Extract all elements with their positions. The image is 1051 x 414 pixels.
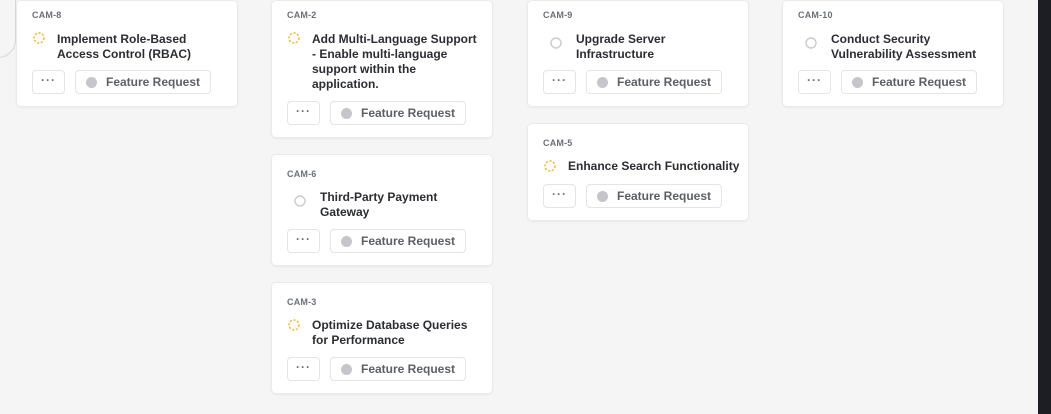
label-chip-text: Feature Request [361, 362, 456, 376]
issue-title: Optimize Database Queries for Performanc… [312, 318, 468, 347]
in-progress-status-icon[interactable] [288, 319, 300, 331]
more-options-button[interactable]: ··· [32, 70, 65, 94]
issue-card-cam-9[interactable]: CAM-9 Upgrade Server Infrastructure ··· … [527, 0, 749, 107]
label-color-dot-icon [597, 76, 608, 88]
more-options-button[interactable]: ··· [543, 70, 576, 94]
issue-card-cam-6[interactable]: CAM-6 Third-Party Payment Gateway ··· Fe… [271, 154, 493, 266]
label-color-dot-icon [852, 76, 863, 88]
issue-id: CAM-6 [287, 169, 317, 179]
todo-status-icon[interactable] [294, 195, 306, 207]
label-color-dot-icon [86, 76, 97, 88]
issue-id: CAM-3 [287, 297, 317, 307]
issue-card-cam-2[interactable]: CAM-2 Add Multi-Language Support - Enabl… [271, 0, 493, 138]
issue-card-cam-10[interactable]: CAM-10 Conduct Security Vulnerability As… [782, 0, 1004, 107]
label-chip-text: Feature Request [617, 75, 712, 89]
in-progress-status-icon[interactable] [33, 32, 45, 44]
kanban-board: CAM-8 Implement Role-Based Access Contro… [0, 0, 1038, 414]
right-edge-panel [1038, 0, 1051, 414]
label-chip-text: Feature Request [872, 75, 967, 89]
issue-title: Third-Party Payment Gateway [320, 190, 438, 219]
issue-id: CAM-2 [287, 10, 317, 20]
label-color-dot-icon [597, 190, 608, 202]
in-progress-status-icon[interactable] [288, 32, 300, 44]
label-chip-text: Feature Request [361, 106, 456, 120]
label-chip-text: Feature Request [617, 189, 712, 203]
issue-card-cam-5[interactable]: CAM-5 Enhance Search Functionality ··· F… [527, 123, 749, 221]
issue-title: Add Multi-Language Support - Enable mult… [312, 32, 477, 91]
label-chip-text: Feature Request [361, 234, 456, 248]
issue-card-cam-8[interactable]: CAM-8 Implement Role-Based Access Contro… [16, 0, 238, 107]
label-chip-feature-request[interactable]: Feature Request [586, 184, 723, 208]
issue-id: CAM-8 [32, 10, 62, 20]
issue-id: CAM-5 [543, 138, 573, 148]
label-chip-feature-request[interactable]: Feature Request [330, 357, 467, 381]
label-color-dot-icon [341, 363, 352, 375]
issue-id: CAM-10 [798, 10, 833, 20]
issue-title: Upgrade Server Infrastructure [576, 32, 666, 61]
label-chip-feature-request[interactable]: Feature Request [330, 101, 467, 125]
more-options-button[interactable]: ··· [287, 357, 320, 381]
more-options-button[interactable]: ··· [798, 70, 831, 94]
scroll-edge-indicator [0, 0, 16, 58]
in-progress-status-icon[interactable] [544, 160, 556, 172]
issue-id: CAM-9 [543, 10, 573, 20]
issue-title: Conduct Security Vulnerability Assessmen… [831, 32, 977, 61]
more-options-button[interactable]: ··· [543, 184, 576, 208]
label-chip-feature-request[interactable]: Feature Request [330, 229, 467, 253]
issue-card-cam-3[interactable]: CAM-3 Optimize Database Queries for Perf… [271, 282, 493, 394]
label-chip-text: Feature Request [106, 75, 201, 89]
label-chip-feature-request[interactable]: Feature Request [75, 70, 212, 94]
label-color-dot-icon [341, 107, 352, 119]
todo-status-icon[interactable] [805, 37, 817, 49]
label-chip-feature-request[interactable]: Feature Request [586, 70, 723, 94]
todo-status-icon[interactable] [550, 37, 562, 49]
label-color-dot-icon [341, 235, 352, 247]
more-options-button[interactable]: ··· [287, 101, 320, 125]
label-chip-feature-request[interactable]: Feature Request [841, 70, 978, 94]
issue-title: Enhance Search Functionality [568, 159, 740, 173]
more-options-button[interactable]: ··· [287, 229, 320, 253]
issue-title: Implement Role-Based Access Control (RBA… [57, 32, 192, 61]
